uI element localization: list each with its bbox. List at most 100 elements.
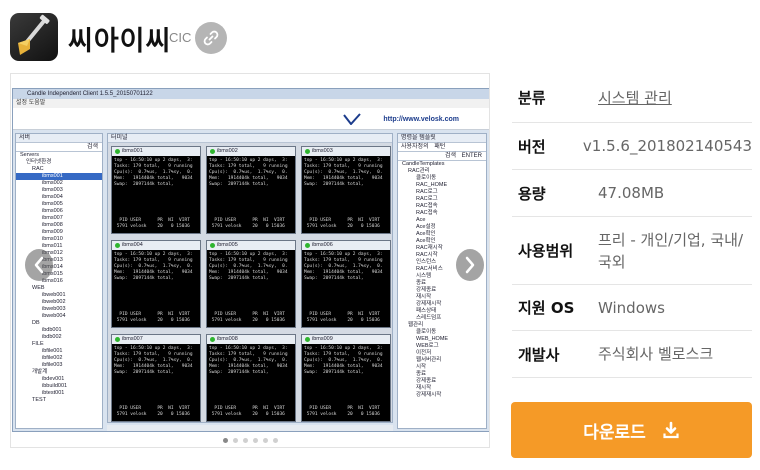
screenshot-terminal-area: 터미널 ibms001 top - 16:50:10 up 2 days, 3: … xyxy=(107,133,393,423)
screenshot-template-enter: ENTER xyxy=(461,153,482,159)
terminal-output: top - 16:50:10 up 2 days, 3: Tasks: 179 … xyxy=(114,346,193,417)
tree-item: RAC접속 xyxy=(416,210,438,216)
tree-item: 강제종료 xyxy=(416,287,437,293)
tree-item: ibweb002 xyxy=(42,299,66,305)
tree-item: 시작 xyxy=(416,364,427,370)
tree-item: ibms003 xyxy=(42,187,63,193)
terminal-window: ibms003 top - 16:50:10 up 2 days, 3: Task… xyxy=(301,146,391,234)
screenshot-template-subtab: 사용자정의 xyxy=(401,144,429,150)
gallery-dot[interactable] xyxy=(252,438,258,443)
download-icon xyxy=(663,421,679,439)
info-row-size: 용량 47.08MB xyxy=(512,170,752,217)
tree-item: 개발계 xyxy=(32,369,48,375)
download-button[interactable]: 다운로드 xyxy=(511,402,752,458)
terminal-output: top - 16:50:10 up 2 days, 3: Tasks: 179 … xyxy=(114,158,193,229)
info-label: 사용범위 xyxy=(518,242,574,260)
info-row-license: 사용범위 프리 - 개인/기업, 국내/국외 xyxy=(512,217,752,285)
tree-item: RAC접속 xyxy=(416,203,438,209)
info-value: 주식회사 벨로스크 xyxy=(598,345,714,363)
app-title: 씨아이씨 xyxy=(68,26,172,57)
terminal-window: ibms009 top - 16:50:10 up 2 days, 3: Task… xyxy=(301,334,391,422)
terminal-title: ibms002 xyxy=(207,147,295,156)
screenshot-template-panel: 명령을 템플릿 사용자정의 패턴 검색 ENTER CandleTemplate… xyxy=(397,133,487,429)
tree-item: Ace xyxy=(416,217,426,223)
tree-item: ibms011 xyxy=(42,243,63,249)
tree-item: ibms008 xyxy=(42,222,63,228)
gallery-dot[interactable] xyxy=(242,438,248,443)
info-value: Windows xyxy=(598,298,665,317)
tree-item: Ace확인 xyxy=(416,231,436,237)
category-link[interactable]: 시스템 관리 xyxy=(598,87,752,109)
tree-item: CandleTemplates xyxy=(402,161,445,167)
info-row-category: 분류 시스템 관리 xyxy=(512,73,752,123)
terminal-label: ibms001 xyxy=(122,148,143,154)
tree-item: Servers xyxy=(20,152,39,158)
screenshot-menu: 설정 도움말 xyxy=(13,99,489,108)
status-dot-icon xyxy=(210,337,215,342)
terminal-label: ibms009 xyxy=(312,336,333,342)
tree-item: 종료 xyxy=(416,371,427,377)
status-dot-icon xyxy=(210,149,215,154)
chevron-right-icon xyxy=(465,256,475,274)
gallery-dot[interactable] xyxy=(232,438,238,443)
terminal-output: top - 16:50:10 up 2 days, 3: Tasks: 179 … xyxy=(304,252,383,323)
screenshot-toolbar xyxy=(107,425,393,431)
tree-item: ibweb001 xyxy=(42,292,66,298)
gallery-prev-button[interactable] xyxy=(25,249,53,281)
info-row-os: 지원 OS Windows xyxy=(512,285,752,331)
info-label: 지원 OS xyxy=(518,299,575,317)
tree-item: WEB_HOME xyxy=(416,336,449,342)
info-value: 47.08MB xyxy=(598,184,665,202)
tree-item: 재시작 xyxy=(416,294,432,300)
terminal-window: ibms006 top - 16:50:10 up 2 days, 3: Task… xyxy=(301,240,391,328)
info-label: 용량 xyxy=(518,184,546,203)
tree-item: 클로이동 xyxy=(416,329,437,335)
info-table: 분류 시스템 관리 버전 v1.5.6_201802140543 용량 47.0… xyxy=(512,73,752,378)
tree-item: ibfile003 xyxy=(42,362,63,368)
status-dot-icon xyxy=(115,337,120,342)
tree-item: 강제종료 xyxy=(416,378,437,384)
screenshot-banner: http://www.velosk.com xyxy=(13,108,489,130)
tree-item: ibfile002 xyxy=(42,355,63,361)
tree-item: 강제재시작 xyxy=(416,301,442,307)
shovel-icon xyxy=(18,14,50,55)
chevron-left-icon xyxy=(34,256,44,274)
tree-item: ibms004 xyxy=(42,194,63,200)
tree-item: ibms009 xyxy=(42,229,63,235)
status-dot-icon xyxy=(305,149,310,154)
status-dot-icon xyxy=(305,337,310,342)
screenshot-terminal-tab: 터미널 xyxy=(108,134,392,143)
terminal-label: ibms003 xyxy=(312,148,333,154)
terminal-label: ibms004 xyxy=(122,242,143,248)
terminal-label: ibms008 xyxy=(217,336,238,342)
tree-item: FILE xyxy=(32,341,44,347)
terminal-title: ibms008 xyxy=(207,335,295,344)
tree-item: Ace확인 xyxy=(416,238,436,244)
download-label: 다운로드 xyxy=(583,422,646,443)
tree-item: ibms007 xyxy=(42,215,63,221)
screenshot-window-title: Candle Independent Client 1.5.5_20150701… xyxy=(13,89,489,99)
gallery-dot[interactable] xyxy=(262,438,268,443)
link-icon xyxy=(203,30,219,46)
tree-item: ibfile001 xyxy=(42,348,63,354)
info-row-developer: 개발사 주식회사 벨로스크 xyxy=(512,331,752,378)
tree-item: ibdb002 xyxy=(42,334,62,340)
tree-item: RAC_HOME xyxy=(416,182,448,188)
tree-item: 클로이동 xyxy=(416,175,437,181)
app-abbreviation: CIC xyxy=(169,30,192,45)
gallery-dot[interactable] xyxy=(272,438,278,443)
terminal-title: ibms006 xyxy=(302,241,390,250)
gallery-dot[interactable] xyxy=(222,438,228,443)
terminal-output: top - 16:50:10 up 2 days, 3: Tasks: 179 … xyxy=(114,252,193,323)
gallery-next-button[interactable] xyxy=(456,249,484,281)
terminal-window: ibms008 top - 16:50:10 up 2 days, 3: Task… xyxy=(206,334,296,422)
terminal-window: ibms007 top - 16:50:10 up 2 days, 3: Task… xyxy=(111,334,201,422)
app-logo xyxy=(10,13,58,61)
tree-item: WEB xyxy=(32,285,45,291)
tree-item: ibms005 xyxy=(42,201,63,207)
info-row-version: 버전 v1.5.6_201802140543 xyxy=(512,123,752,170)
terminal-output: top - 16:50:10 up 2 days, 3: Tasks: 179 … xyxy=(209,346,288,417)
tree-item: TEST xyxy=(32,397,47,403)
link-button[interactable] xyxy=(195,22,227,54)
tree-item: ibms002 xyxy=(42,180,63,186)
